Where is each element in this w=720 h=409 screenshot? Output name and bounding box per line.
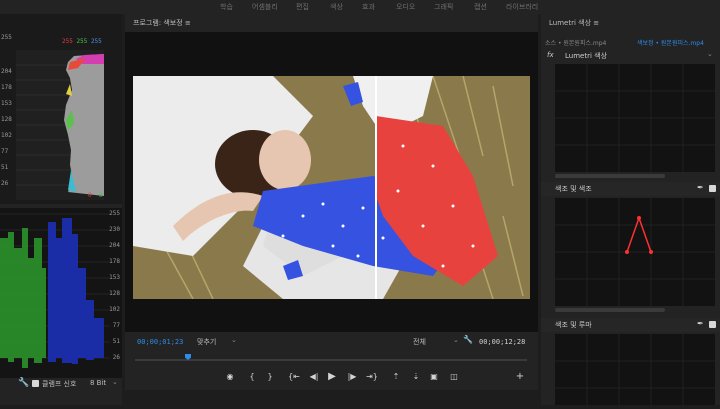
waveform-tick: 204 (109, 242, 120, 249)
program-monitor-title[interactable]: 프로그램: 색보정 ≡ (133, 18, 191, 28)
wrench-icon[interactable]: 🔧 (463, 335, 473, 344)
hue-curve-graph (555, 198, 715, 306)
lift-icon[interactable]: ⇡ (389, 372, 403, 381)
workspace-menubar: 학습 어셈블리 편집 색상 효과 오디오 그래픽 캡션 라이브러리 (0, 0, 720, 14)
histogram-tick: 204 (1, 68, 12, 75)
histogram-top-tick: 255 (1, 34, 12, 41)
hue-vs-sat-graph[interactable] (555, 198, 715, 306)
histogram-r-value: 255 (62, 38, 73, 45)
menu-item-learn[interactable]: 학습 (220, 2, 233, 12)
lumetri-color-panel: Lumetri 색상 ≡ 소스 • 원본원피스.mp4 색보정 • 원본원피스.… (541, 14, 720, 405)
fit-dropdown[interactable]: 맞추기 (197, 337, 216, 347)
histogram-graph (16, 54, 104, 196)
mark-in-icon[interactable]: { (245, 372, 259, 381)
histogram-bottom-readout: 0 0 (88, 192, 103, 199)
hue-vs-luma-label: 색조 및 루마 (555, 321, 592, 329)
menu-item-edit[interactable]: 편집 (296, 2, 309, 12)
histogram-tick: 26 (1, 180, 9, 187)
go-to-in-icon[interactable]: {⇤ (287, 372, 301, 381)
video-frame-image (133, 76, 530, 299)
histogram-tick: 51 (1, 164, 9, 171)
waveform-tick: 128 (109, 290, 120, 297)
lumetri-panel-title[interactable]: Lumetri 색상 ≡ (549, 18, 599, 28)
play-icon[interactable]: ▶ (325, 371, 339, 382)
hue-vs-sat-checkbox[interactable] (709, 185, 716, 192)
step-forward-icon[interactable]: |▶ (345, 372, 359, 381)
fx-badge: fx (547, 51, 554, 59)
chevron-down-icon: ⌄ (707, 50, 713, 58)
menu-item-audio[interactable]: 오디오 (396, 2, 415, 12)
step-back-icon[interactable]: ◀| (307, 372, 321, 381)
quality-dropdown[interactable]: 전체 (413, 337, 426, 347)
waveform-tick: 230 (109, 226, 120, 233)
wrench-icon[interactable]: 🔧 (18, 378, 29, 388)
camera-icon[interactable]: ▣ (427, 372, 441, 381)
add-marker-icon[interactable]: ◉ (223, 372, 237, 381)
menu-item-effects[interactable]: 효과 (362, 2, 375, 12)
compare-view-icon[interactable]: ◫ (447, 372, 461, 381)
hue-vs-sat-header: 색조 및 색조 ✒ (541, 182, 720, 196)
go-to-out-icon[interactable]: ⇥} (365, 372, 379, 381)
playback-scrubber[interactable] (135, 354, 527, 362)
hue-vs-luma-graph[interactable] (555, 334, 715, 405)
eyedropper-icon[interactable]: ✒ (697, 183, 704, 192)
sequence-clip-label[interactable]: 색보정 • 원본원피스.mp4 (637, 38, 704, 47)
video-frame[interactable] (133, 76, 530, 299)
luma-curve-graph (555, 334, 715, 405)
histogram-tick: 128 (1, 116, 12, 123)
histogram-rgb-readout: 255 255 255 (62, 38, 102, 45)
menu-item-graphics[interactable]: 그래픽 (434, 2, 453, 12)
extract-icon[interactable]: ⇣ (409, 372, 423, 381)
transport-controls: ◉ { } {⇤ ◀| ▶ |▶ ⇥} ⇡ ⇣ ▣ ◫ + (125, 370, 538, 386)
waveform-tick: 255 (109, 210, 120, 217)
waveform-footer: 🔧 클램프 신호 8 Bit ⌄ (0, 376, 122, 392)
waveform-tick: 51 (112, 338, 120, 345)
current-timecode[interactable]: 00;00;01;23 (137, 338, 183, 346)
rgb-curve-graph[interactable] (555, 64, 715, 172)
histogram-b-value: 255 (90, 38, 102, 45)
waveform-tick: 77 (112, 322, 120, 329)
menu-item-color[interactable]: 색상 (330, 2, 343, 12)
histogram-tick: 102 (1, 132, 12, 139)
menu-item-captions[interactable]: 캡션 (474, 2, 487, 12)
waveform-tick: 178 (109, 258, 120, 265)
waveform-scope: 255 230 204 178 153 128 102 77 51 26 (0, 208, 122, 378)
mark-out-icon[interactable]: } (263, 372, 277, 381)
eyedropper-icon[interactable]: ✒ (697, 319, 704, 328)
histogram-tick: 178 (1, 84, 12, 91)
source-label[interactable]: 소스 • 원본원피스.mp4 (545, 38, 606, 47)
curve-grid (555, 64, 715, 172)
menu-item-libraries[interactable]: 라이브러리 (506, 2, 538, 12)
program-video-area (125, 32, 538, 332)
scrubber-track (135, 359, 527, 361)
waveform-graph (0, 213, 110, 368)
duration-timecode: 00;00;12;28 (479, 338, 526, 346)
hue-vs-luma-checkbox[interactable] (709, 321, 716, 328)
menu-item-assembly[interactable]: 어셈블리 (252, 2, 278, 12)
program-monitor-panel: 프로그램: 색보정 ≡ 00;00;01;23 맞추기 ⌄ 전체 ⌄ 🔧 00;… (125, 14, 538, 390)
clamp-checkbox[interactable] (32, 380, 39, 387)
waveform-tick: 102 (109, 306, 120, 313)
histogram-tick: 77 (1, 148, 9, 155)
panel-scrollbar[interactable] (555, 308, 665, 312)
waveform-tick: 26 (112, 354, 120, 361)
waveform-tick: 153 (109, 274, 120, 281)
chevron-down-icon: ⌄ (231, 336, 237, 344)
effect-name-select[interactable]: Lumetri 색상 (565, 51, 607, 61)
panel-scrollbar[interactable] (555, 174, 665, 178)
histogram-scope: 255 255 255 255 204 178 153 128 102 77 5… (0, 14, 122, 204)
hue-vs-luma-header: 색조 및 루마 ✒ (541, 318, 720, 332)
histogram-plot (16, 50, 104, 200)
histogram-g-value: 255 (76, 38, 88, 45)
clamp-signal-label: 클램프 신호 (42, 380, 77, 388)
bit-depth-select[interactable]: 8 Bit (90, 379, 106, 387)
add-button-icon[interactable]: + (513, 371, 527, 382)
lumetri-scopes-panel: 255 255 255 255 204 178 153 128 102 77 5… (0, 14, 122, 405)
histogram-tick: 153 (1, 100, 12, 107)
chevron-down-icon: ⌄ (112, 378, 118, 386)
chevron-down-icon: ⌄ (453, 336, 459, 344)
hue-vs-sat-label: 색조 및 색조 (555, 185, 592, 193)
